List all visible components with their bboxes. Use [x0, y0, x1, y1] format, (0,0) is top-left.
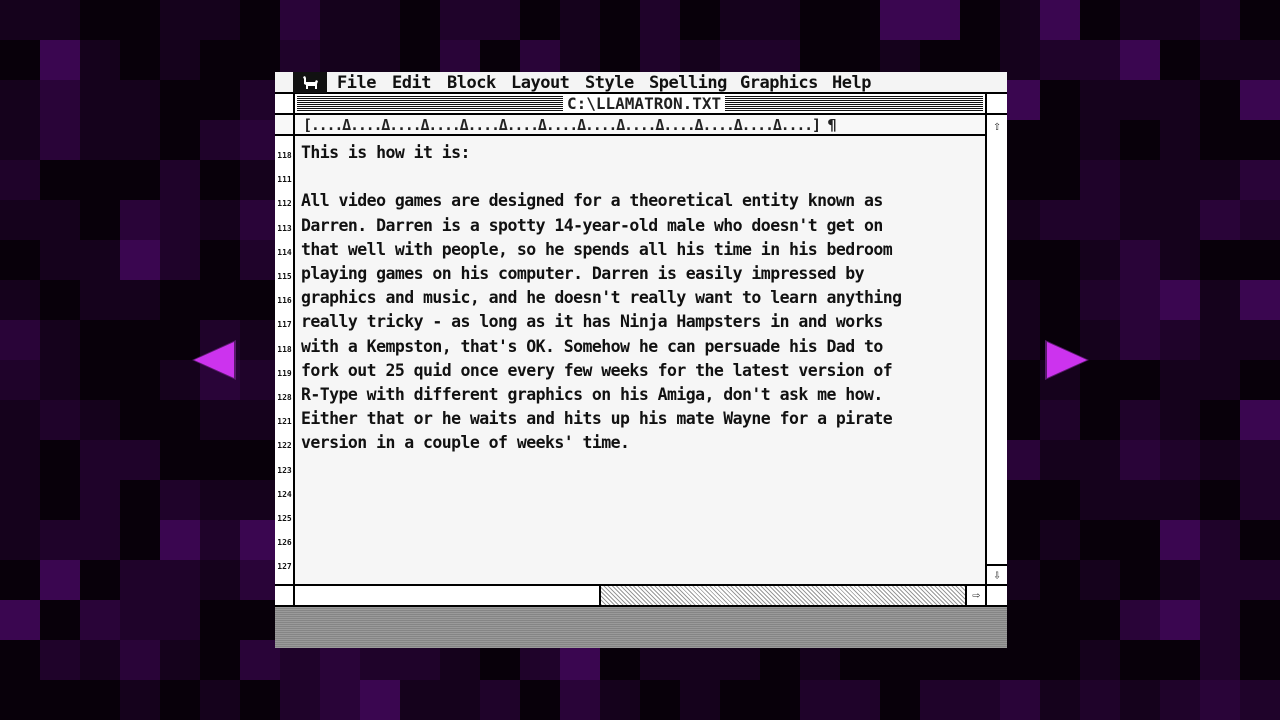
scroll-down-arrow-icon[interactable]: ⇩ [987, 564, 1007, 584]
menu-spelling[interactable]: Spelling [649, 72, 727, 93]
status-bar [275, 605, 1007, 648]
text-line[interactable]: Darren. Darren is a spotty 14-year-old m… [301, 216, 883, 236]
line-number: 122 [277, 441, 292, 451]
line-number: 112 [277, 199, 292, 209]
text-line[interactable]: really tricky - as long as it has Ninja … [301, 312, 883, 332]
line-number: 123 [277, 465, 292, 475]
menu-bar: File Edit Block Layout Style Spelling Gr… [275, 72, 1007, 94]
title-bar-corner [985, 94, 1007, 113]
line-number: 126 [277, 538, 292, 548]
scroll-right-arrow-icon[interactable]: ⇨ [965, 586, 985, 605]
title-bar[interactable]: C:\LLAMATRON.TXT [275, 94, 1007, 115]
line-number-gutter: 118 111 112 113 114 115 116 117 118 119 128 121 122 1… [275, 136, 295, 584]
line-number: 114 [277, 247, 292, 257]
menu-graphics[interactable]: Graphics [740, 72, 818, 93]
menu-block[interactable]: Block [447, 72, 496, 93]
ruler-tab-stops[interactable]: [....Δ....Δ....Δ....Δ....Δ....Δ....Δ....… [303, 115, 837, 135]
line-number: 113 [277, 223, 292, 233]
line-number: 115 [277, 272, 292, 281]
line-number: 124 [277, 489, 292, 499]
menu-layout[interactable]: Layout [511, 72, 570, 93]
ruler[interactable]: [....Δ....Δ....Δ....Δ....Δ....Δ....Δ....… [275, 115, 1007, 136]
text-line[interactable]: that well with people, so he spends all … [301, 240, 893, 260]
text-line[interactable]: R-Type with different graphics on his Am… [301, 385, 883, 405]
scroll-up-arrow-icon[interactable]: ⇧ [987, 116, 1007, 136]
llama-icon[interactable] [293, 72, 327, 93]
document-body[interactable]: 118 111 112 113 114 115 116 117 118 119 128 121 122 1… [275, 136, 985, 584]
ruler-gutter [275, 115, 295, 134]
line-number: 117 [277, 320, 292, 330]
text-line[interactable]: fork out 25 quid once every few weeks fo… [301, 361, 893, 381]
document-title: C:\LLAMATRON.TXT [563, 95, 726, 113]
next-page-arrow-icon[interactable] [1043, 338, 1091, 382]
line-number: 119 [277, 368, 292, 378]
text-line[interactable]: Either that or he waits and hits up his … [301, 409, 893, 429]
vertical-scrollbar[interactable]: ⇧ ⇩ [985, 115, 1007, 584]
line-number: 111 [277, 175, 292, 185]
menu-file[interactable]: File [337, 72, 376, 93]
text-line[interactable]: All video games are designed for a theor… [301, 191, 883, 211]
menu-help[interactable]: Help [832, 72, 871, 93]
horizontal-scrollbar[interactable]: ⇨ [275, 584, 1007, 605]
text-line[interactable]: with a Kempston, that's OK. Somehow he c… [301, 337, 883, 357]
line-number: 116 [277, 296, 292, 306]
hscroll-left-corner [275, 586, 295, 605]
word-processor-window: File Edit Block Layout Style Spelling Gr… [275, 72, 1007, 648]
hscroll-track[interactable] [599, 586, 965, 605]
line-number: 125 [277, 514, 292, 523]
size-box [985, 586, 1007, 605]
line-number: 127 [277, 562, 292, 572]
text-line[interactable]: version in a couple of weeks' time. [301, 433, 630, 453]
menu-edit[interactable]: Edit [392, 72, 431, 93]
text-line[interactable]: graphics and music, and he doesn't reall… [301, 288, 902, 308]
previous-page-arrow-icon[interactable] [190, 338, 238, 382]
text-line[interactable]: This is how it is: [301, 143, 470, 163]
menu-style[interactable]: Style [585, 72, 634, 93]
line-number: 118 [277, 344, 292, 354]
line-number: 121 [277, 417, 292, 427]
line-number: 128 [277, 393, 292, 402]
close-box[interactable] [275, 94, 295, 113]
line-number: 118 [277, 151, 292, 160]
text-line[interactable]: playing games on his computer. Darren is… [301, 264, 865, 284]
